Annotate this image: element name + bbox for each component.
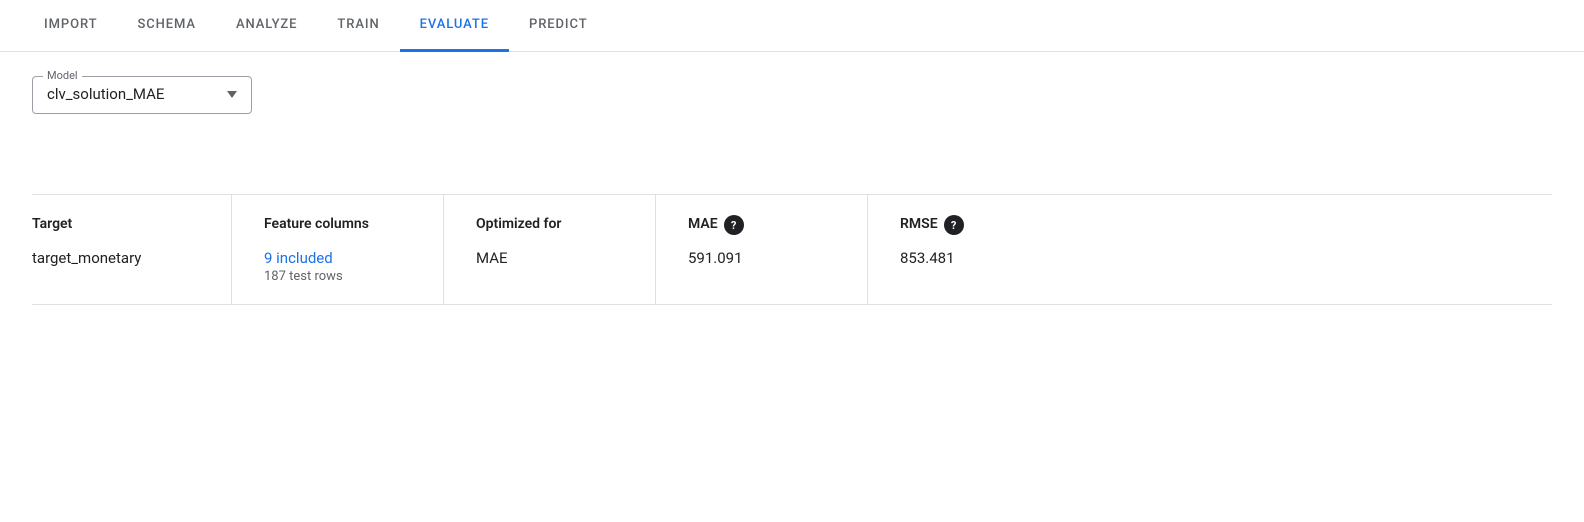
mae-value: 591.091 [688, 249, 835, 267]
spacer [0, 130, 1584, 170]
optimized-column: Optimized for MAE [476, 195, 656, 304]
feature-header: Feature columns [264, 215, 411, 235]
tab-train[interactable]: TRAIN [317, 0, 399, 52]
target-column: Target target_monetary [32, 195, 232, 304]
model-selected-value: clv_solution_MAE [47, 85, 164, 103]
model-section: Model clv_solution_MAE [0, 52, 1584, 130]
top-navigation: IMPORT SCHEMA ANALYZE TRAIN EVALUATE PRE… [0, 0, 1584, 52]
optimized-header: Optimized for [476, 215, 623, 235]
tab-schema[interactable]: SCHEMA [117, 0, 216, 52]
tab-predict[interactable]: PREDICT [509, 0, 608, 52]
feature-value-group: 9 included 187 test rows [264, 249, 411, 284]
mae-header: MAE [688, 215, 718, 235]
data-section: Target target_monetary Feature columns 9… [0, 170, 1584, 329]
rmse-column: RMSE ? 853.481 [900, 195, 1060, 304]
evaluation-table: Target target_monetary Feature columns 9… [32, 194, 1552, 305]
target-header: Target [32, 215, 199, 235]
feature-link[interactable]: 9 included [264, 249, 333, 267]
mae-help-icon[interactable]: ? [724, 215, 744, 235]
target-value: target_monetary [32, 249, 199, 267]
rmse-header-group: RMSE ? [900, 215, 1028, 235]
rmse-value: 853.481 [900, 249, 1028, 267]
rmse-header: RMSE [900, 215, 938, 235]
feature-column: Feature columns 9 included 187 test rows [264, 195, 444, 304]
mae-column: MAE ? 591.091 [688, 195, 868, 304]
model-dropdown-label: Model [43, 69, 82, 82]
feature-sub: 187 test rows [264, 269, 411, 284]
tab-evaluate[interactable]: EVALUATE [400, 0, 509, 52]
tab-import[interactable]: IMPORT [24, 0, 117, 52]
mae-header-group: MAE ? [688, 215, 835, 235]
optimized-value: MAE [476, 249, 623, 267]
model-dropdown[interactable]: Model clv_solution_MAE [32, 76, 252, 114]
rmse-help-icon[interactable]: ? [944, 215, 964, 235]
tab-analyze[interactable]: ANALYZE [216, 0, 317, 52]
dropdown-arrow-icon [227, 91, 237, 98]
model-dropdown-value: clv_solution_MAE [47, 85, 237, 103]
